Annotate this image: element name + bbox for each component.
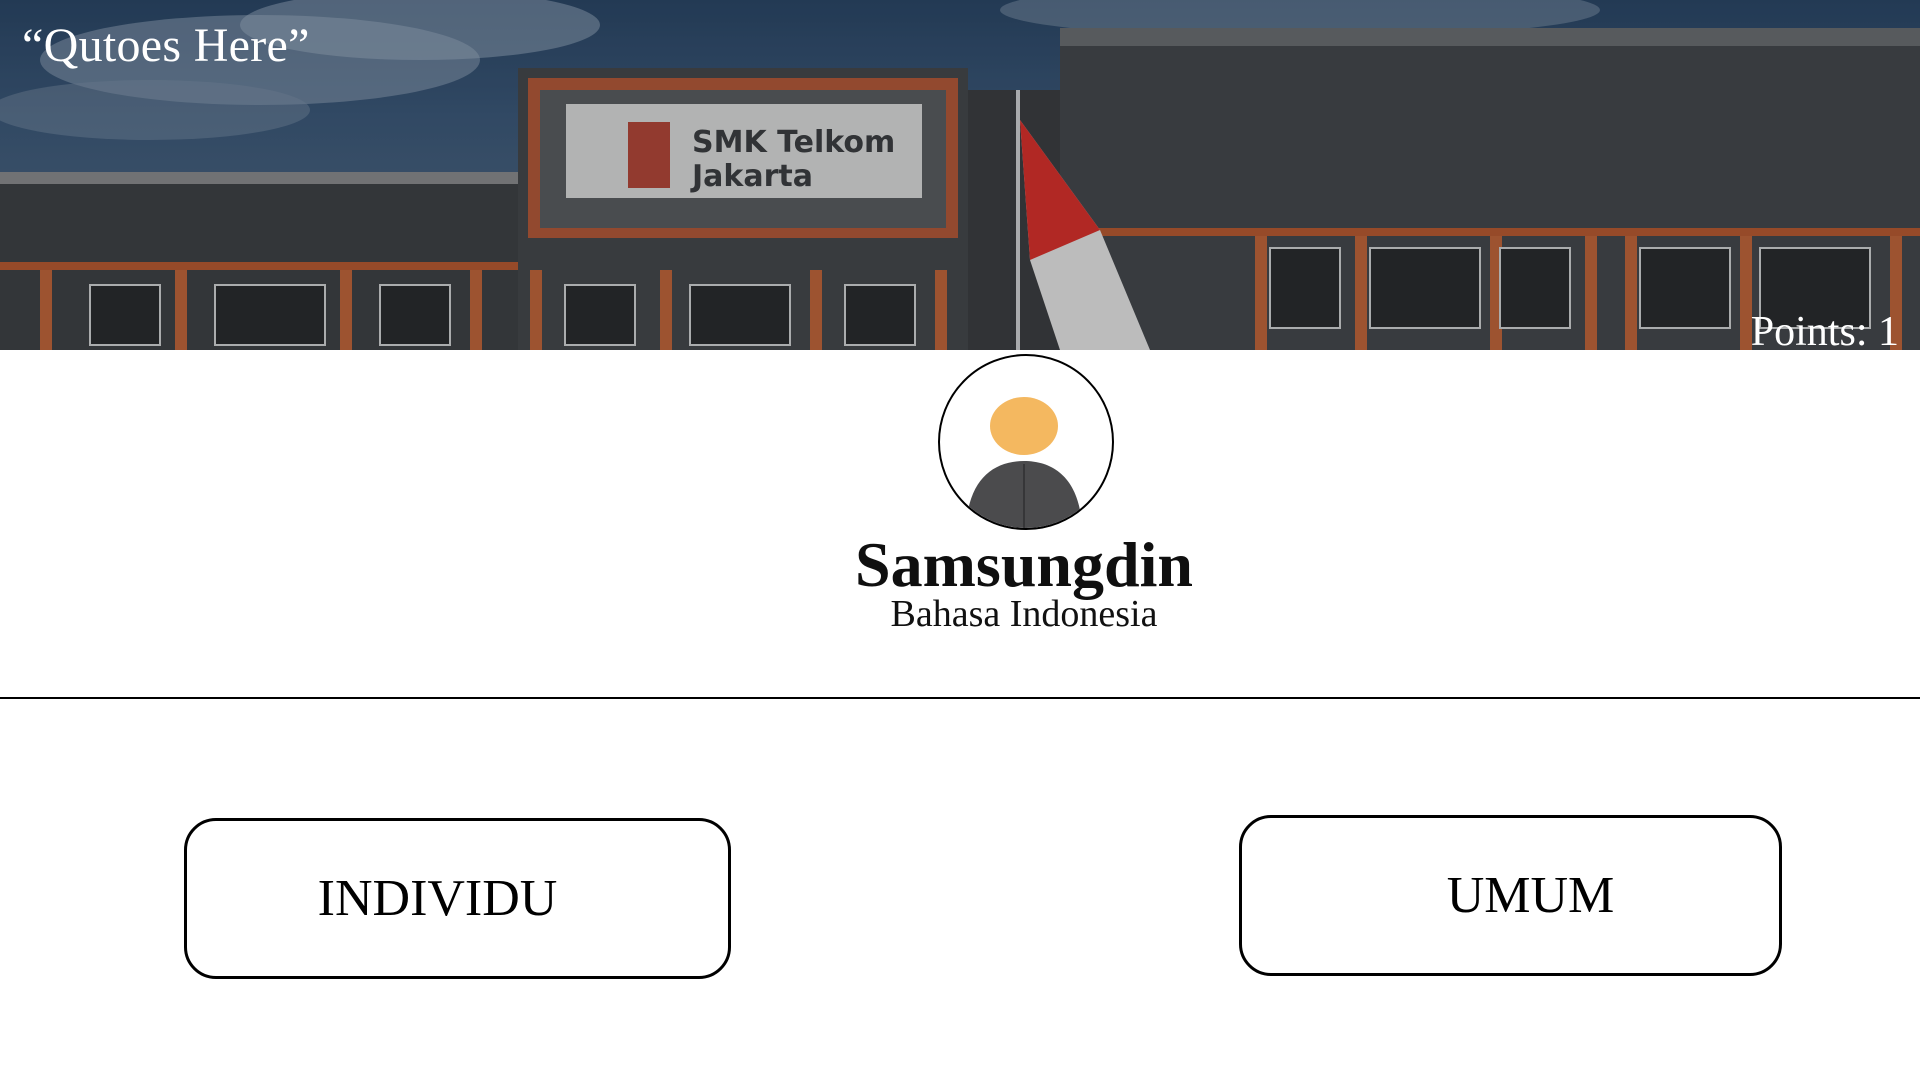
umum-button[interactable]: UMUM [1239,815,1782,976]
section-divider [0,697,1920,699]
umum-button-label: UMUM [1446,867,1615,924]
individu-button-label: INDIVIDU [317,870,558,927]
user-subject: Bahasa Indonesia [890,593,1158,635]
header-banner: SMK Telkom Jakarta “Qutoes Here” Points:… [0,0,1920,350]
person-avatar-icon [938,354,1114,530]
user-name: Samsungdin [855,529,1193,600]
page: SMK Telkom Jakarta “Qutoes Here” Points:… [0,0,1920,1080]
points-counter: Points: 1 [1750,309,1899,350]
individu-button[interactable]: INDIVIDU [184,818,731,979]
quote-text: “Qutoes Here” [22,19,310,72]
